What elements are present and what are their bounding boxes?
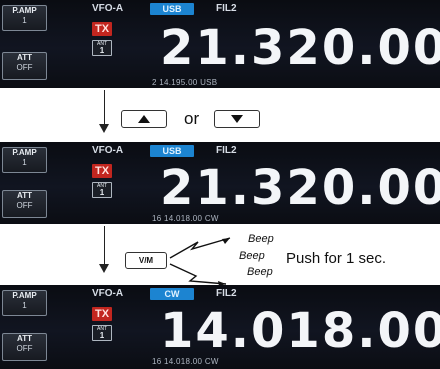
- att-button[interactable]: ATT OFF: [2, 52, 47, 80]
- sub-readout: 16 14.018.00 CW: [152, 357, 219, 366]
- frequency-readout: 21.320.00: [160, 20, 440, 76]
- pamp-label: P.AMP: [12, 6, 37, 15]
- filter-label: FIL2: [216, 145, 237, 156]
- att-value: OFF: [16, 63, 33, 72]
- flow-arrow-1: [99, 124, 109, 133]
- up-key[interactable]: [121, 110, 167, 128]
- sub-readout: 2 14.195.00 USB: [152, 78, 218, 87]
- att-button[interactable]: ATT OFF: [2, 190, 47, 218]
- frequency-readout: 14.018.00: [160, 303, 440, 359]
- pamp-value: 1: [22, 158, 27, 167]
- pamp-button[interactable]: P.AMP 1: [2, 290, 47, 316]
- att-label: ATT: [17, 334, 32, 343]
- pamp-button[interactable]: P.AMP 1: [2, 5, 47, 31]
- filter-label: FIL2: [216, 3, 237, 14]
- filter-label: FIL2: [216, 288, 237, 299]
- pamp-value: 1: [22, 16, 27, 25]
- vm-key-label: V/M: [138, 256, 154, 265]
- beep-text-2: Beep: [239, 250, 265, 262]
- up-arrow-icon: [138, 115, 150, 123]
- vfo-label: VFO-A: [92, 288, 124, 299]
- vfo-label: VFO-A: [92, 3, 124, 14]
- ant-indicator: ANT 1: [92, 325, 112, 341]
- ant-number: 1: [99, 46, 105, 55]
- vfo-label: VFO-A: [92, 145, 124, 156]
- pamp-button[interactable]: P.AMP 1: [2, 147, 47, 173]
- display-panel-1: P.AMP 1 ATT OFF VFO-A USB FIL2 TX ANT 1 …: [0, 0, 440, 88]
- tx-indicator: TX: [92, 164, 112, 178]
- att-button[interactable]: ATT OFF: [2, 333, 47, 361]
- pamp-value: 1: [22, 301, 27, 310]
- sub-readout: 16 14.018.00 CW: [152, 214, 219, 223]
- push-instruction: Push for 1 sec.: [286, 250, 387, 267]
- att-label: ATT: [17, 53, 32, 62]
- mode-indicator: USB: [150, 145, 194, 157]
- ant-number: 1: [99, 331, 105, 340]
- mode-indicator: USB: [150, 3, 194, 15]
- ant-number: 1: [99, 188, 105, 197]
- down-key[interactable]: [214, 110, 260, 128]
- pamp-label: P.AMP: [12, 148, 37, 157]
- att-value: OFF: [16, 201, 33, 210]
- vm-key[interactable]: V/M: [125, 252, 167, 269]
- or-text: or: [184, 109, 200, 128]
- down-arrow-icon: [231, 115, 243, 123]
- beep-text-1: Beep: [248, 233, 274, 245]
- frequency-readout: 21.320.00: [160, 160, 440, 216]
- pamp-label: P.AMP: [12, 291, 37, 300]
- beep-text-3: Beep: [247, 266, 273, 278]
- flow-line-2: [104, 226, 105, 264]
- ant-indicator: ANT 1: [92, 182, 112, 198]
- display-panel-3: P.AMP 1 ATT OFF VFO-A CW FIL2 TX ANT 1 1…: [0, 285, 440, 369]
- tx-indicator: TX: [92, 22, 112, 36]
- flow-line-1: [104, 90, 105, 124]
- flow-arrow-2: [99, 264, 109, 273]
- tx-indicator: TX: [92, 307, 112, 321]
- att-label: ATT: [17, 191, 32, 200]
- mode-indicator: CW: [150, 288, 194, 300]
- display-panel-2: P.AMP 1 ATT OFF VFO-A USB FIL2 TX ANT 1 …: [0, 142, 440, 224]
- att-value: OFF: [16, 344, 33, 353]
- ant-indicator: ANT 1: [92, 40, 112, 56]
- beep-zigzag-icon: [169, 237, 231, 286]
